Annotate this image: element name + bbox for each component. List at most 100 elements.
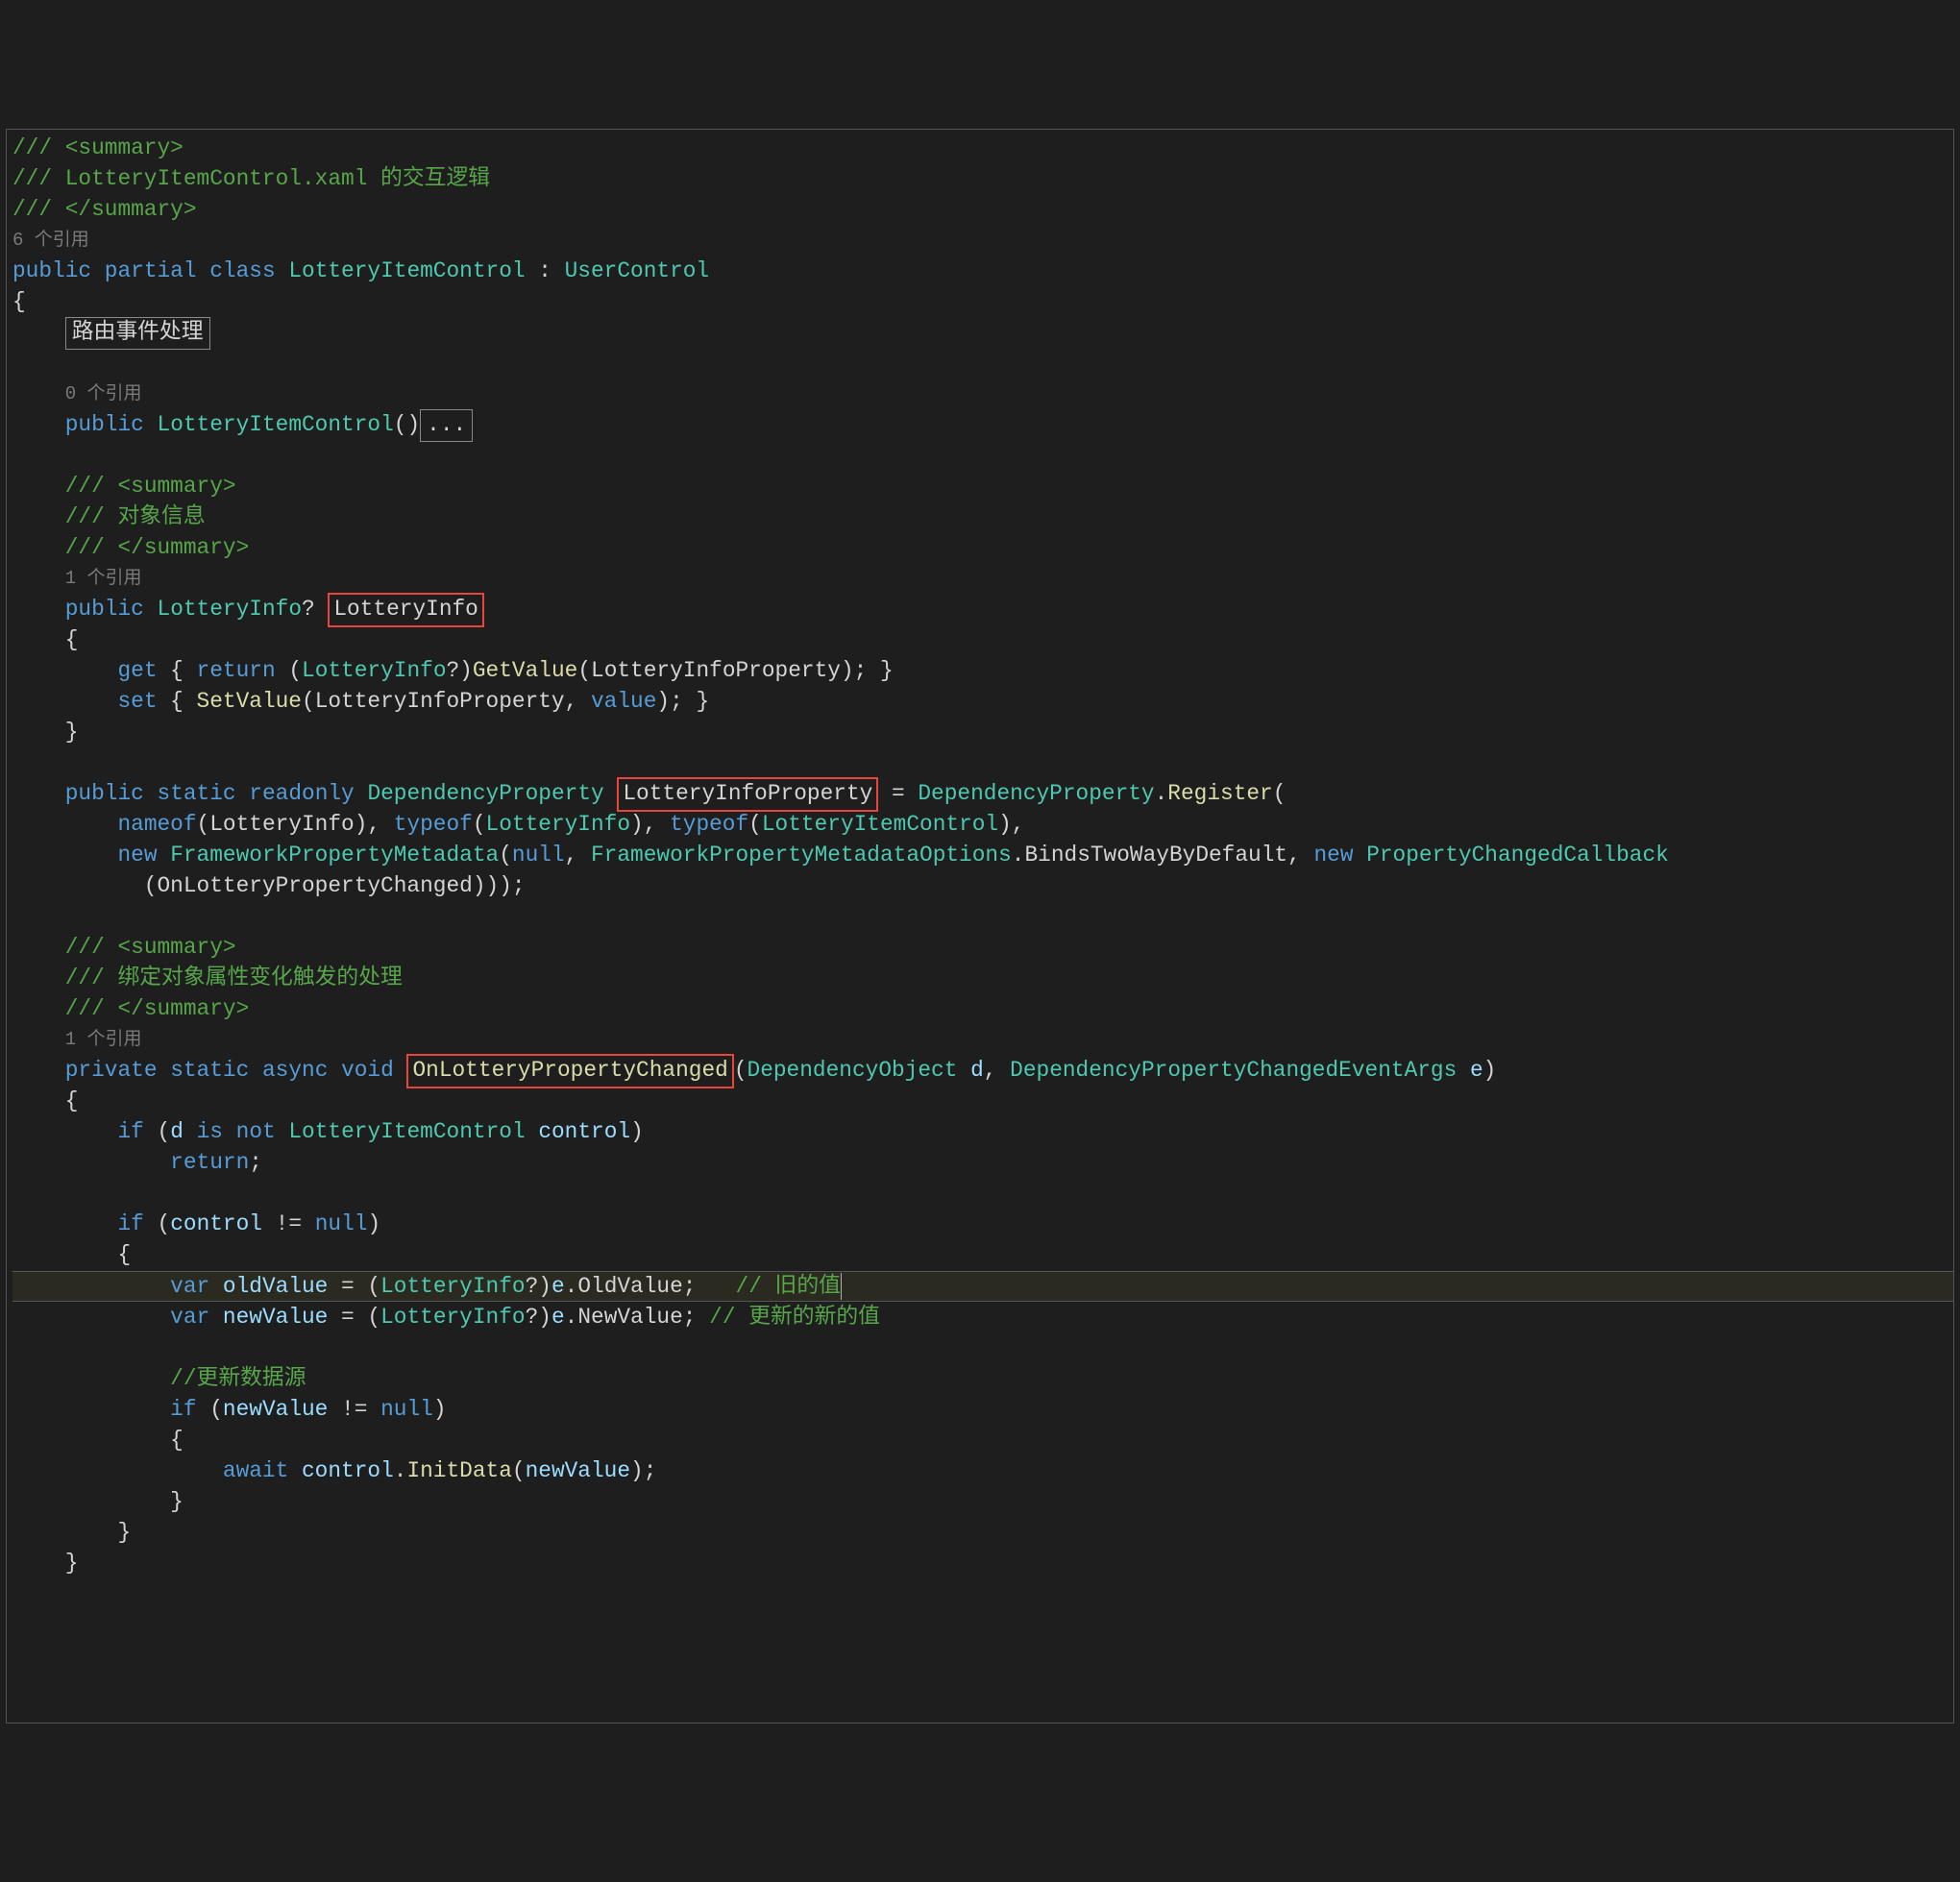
highlighted-method: OnLotteryPropertyChanged	[406, 1054, 733, 1088]
type-name: DependencyProperty	[367, 779, 603, 810]
doc-comment: /// 绑定对象属性变化触发的处理	[65, 964, 403, 994]
code-line	[12, 441, 1953, 472]
keyword: void	[341, 1056, 394, 1087]
keyword: public	[65, 595, 144, 625]
keyword: get	[117, 656, 157, 687]
code-line: 路由事件处理	[12, 318, 1953, 349]
base-class: UserControl	[565, 257, 709, 287]
property-ref: LotteryInfoProperty	[315, 687, 565, 718]
code-line: public LotteryInfo? LotteryInfo	[12, 595, 1953, 625]
method-ref: OnLotteryPropertyChanged	[157, 871, 472, 902]
code-line: }	[12, 1518, 1953, 1549]
doc-comment: /// LotteryItemControl.xaml 的交互逻辑	[12, 164, 490, 195]
code-line: await control.InitData(newValue);	[12, 1456, 1953, 1487]
local-var: control	[302, 1456, 394, 1487]
type-name: LotteryInfo	[158, 595, 302, 625]
keyword: new	[1313, 841, 1353, 871]
collapsed-region[interactable]: 路由事件处理	[65, 317, 210, 350]
local-var: newValue	[526, 1456, 630, 1487]
code-line: {	[12, 625, 1953, 656]
collapsed-block[interactable]: ...	[420, 409, 473, 442]
code-line: /// </summary>	[12, 994, 1953, 1025]
code-line: 1 个引用	[12, 1025, 1953, 1056]
constructor-name: LotteryItemControl	[158, 410, 394, 441]
code-line: var newValue = (LotteryInfo?)e.NewValue;…	[12, 1303, 1953, 1333]
code-line: }	[12, 1487, 1953, 1518]
parameter: control	[170, 1210, 262, 1240]
keyword: null	[315, 1210, 368, 1240]
local-var: newValue	[223, 1395, 328, 1426]
code-line	[12, 1333, 1953, 1364]
doc-comment: /// </summary>	[65, 994, 250, 1025]
type-name: FrameworkPropertyMetadata	[170, 841, 499, 871]
class-name: LotteryItemControl	[288, 257, 525, 287]
type-name: LotteryInfo	[380, 1303, 525, 1333]
code-line: private static async void OnLotteryPrope…	[12, 1056, 1953, 1087]
keyword: partial	[105, 257, 197, 287]
reference-count[interactable]: 1 个引用	[65, 566, 142, 592]
code-line: /// </summary>	[12, 533, 1953, 564]
code-line: /// 对象信息	[12, 502, 1953, 533]
property-ref: LotteryInfoProperty	[591, 656, 841, 687]
code-line	[12, 1179, 1953, 1210]
reference-count[interactable]: 0 个引用	[65, 381, 142, 407]
code-line: get { return (LotteryInfo?)GetValue(Lott…	[12, 656, 1953, 687]
doc-comment: /// <summary>	[12, 134, 184, 164]
code-line: public LotteryItemControl()...	[12, 410, 1953, 441]
code-editor[interactable]: /// <summary>/// LotteryItemControl.xaml…	[6, 129, 1954, 1723]
reference-count[interactable]: 6 个引用	[12, 228, 89, 254]
doc-comment: /// <summary>	[65, 472, 236, 502]
inline-comment: // 旧的值	[736, 1274, 841, 1299]
reference-count[interactable]: 1 个引用	[65, 1027, 142, 1053]
keyword: public	[65, 779, 144, 810]
method-call: SetValue	[197, 687, 302, 718]
keyword: var	[170, 1274, 209, 1299]
code-line: 6 个引用	[12, 226, 1953, 257]
keyword: readonly	[249, 779, 354, 810]
keyword: if	[117, 1210, 143, 1240]
inline-comment: // 更新的新的值	[709, 1303, 880, 1333]
keyword: public	[12, 257, 91, 287]
keyword: await	[223, 1456, 288, 1487]
code-line: {	[12, 1240, 1953, 1271]
doc-comment: /// </summary>	[12, 195, 197, 226]
text-cursor-icon	[841, 1273, 842, 1300]
code-line: {	[12, 1087, 1953, 1117]
code-line	[12, 748, 1953, 779]
keyword: return	[197, 656, 276, 687]
keyword: if	[170, 1395, 196, 1426]
keyword: return	[170, 1148, 249, 1179]
code-line: }	[12, 1549, 1953, 1579]
type-name: DependencyPropertyChangedEventArgs	[1010, 1056, 1457, 1087]
code-line: nameof(LotteryInfo), typeof(LotteryInfo)…	[12, 810, 1953, 841]
inline-comment: //更新数据源	[170, 1364, 306, 1395]
code-line: if (d is not LotteryItemControl control)	[12, 1117, 1953, 1148]
keyword: set	[117, 687, 157, 718]
code-line	[12, 349, 1953, 379]
keyword: nameof	[117, 810, 196, 841]
keyword: async	[262, 1056, 328, 1087]
code-line: /// <summary>	[12, 933, 1953, 964]
code-line: //更新数据源	[12, 1364, 1953, 1395]
keyword: var	[170, 1303, 209, 1333]
code-line: public static readonly DependencyPropert…	[12, 779, 1953, 810]
enum-member: BindsTwoWayByDefault	[1024, 841, 1287, 871]
doc-comment: /// </summary>	[65, 533, 250, 564]
type-name: FrameworkPropertyMetadataOptions	[591, 841, 1012, 871]
keyword: private	[65, 1056, 158, 1087]
code-line: /// <summary>	[12, 134, 1953, 164]
parameter: e	[551, 1274, 565, 1299]
keyword: typeof	[394, 810, 473, 841]
type-name: LotteryItemControl	[762, 810, 998, 841]
method-call: InitData	[406, 1456, 511, 1487]
type-name: LotteryItemControl	[288, 1117, 525, 1148]
parameter: control	[538, 1117, 630, 1148]
keyword: value	[591, 687, 656, 718]
keyword: public	[65, 410, 144, 441]
keyword: null	[512, 841, 565, 871]
highlighted-field: LotteryInfoProperty	[617, 777, 878, 812]
code-line: {	[12, 1426, 1953, 1456]
code-line: if (newValue != null)	[12, 1395, 1953, 1426]
code-line: 0 个引用	[12, 379, 1953, 410]
code-line: set { SetValue(LotteryInfoProperty, valu…	[12, 687, 1953, 718]
